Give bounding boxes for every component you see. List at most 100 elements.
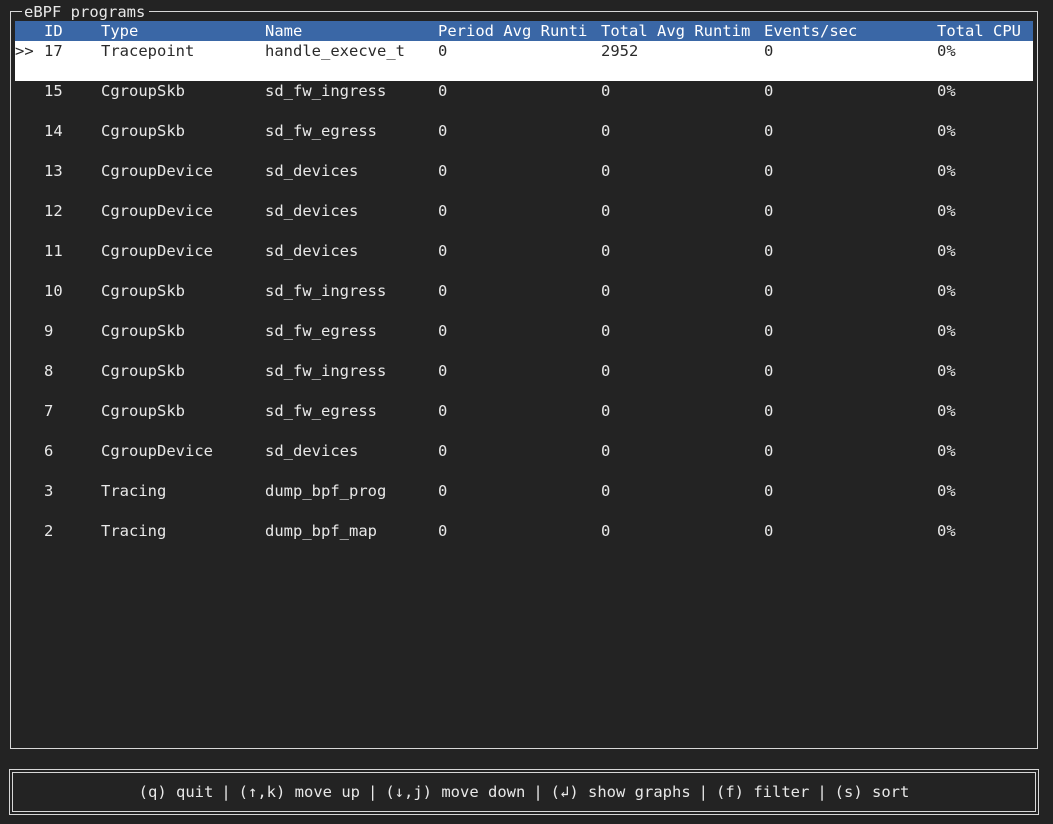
- table-row[interactable]: 7 CgroupSkb sd_fw_egress 0 0 0 0%: [15, 401, 1033, 441]
- cell-total-avg-runtime: 0: [601, 442, 611, 460]
- cell-period-avg-runtime: 0: [438, 42, 448, 60]
- table-row[interactable]: 11 CgroupDevice sd_devices 0 0 0 0%: [15, 241, 1033, 281]
- cell-total-cpu: 0%: [937, 162, 956, 180]
- cell-events-per-sec: 0: [764, 202, 774, 220]
- table-row[interactable]: 14 CgroupSkb sd_fw_egress 0 0 0 0%: [15, 121, 1033, 161]
- cell-type: CgroupDevice: [101, 162, 213, 180]
- cell-period-avg-runtime: 0: [438, 162, 448, 180]
- shortcut-separator: |: [533, 783, 543, 801]
- table-body: >> 17 Tracepoint handle_execve_t 0 2952 0 0% 15 C…: [15, 41, 1033, 561]
- cell-period-avg-runtime: 0: [438, 122, 448, 140]
- cell-type: Tracing: [101, 522, 167, 540]
- cell-total-avg-runtime: 0: [601, 282, 611, 300]
- cell-name: sd_fw_egress: [265, 122, 377, 140]
- cell-events-per-sec: 0: [764, 282, 774, 300]
- cell-id: 6: [44, 442, 54, 460]
- cell-total-avg-runtime: 0: [601, 82, 611, 100]
- shortcut-filter[interactable]: (f) filter: [716, 783, 809, 801]
- column-header-type[interactable]: Type: [101, 21, 261, 41]
- shortcut-move-down[interactable]: (↓,j) move down: [385, 783, 525, 801]
- cell-type: CgroupSkb: [101, 282, 185, 300]
- cell-type: Tracepoint: [101, 42, 195, 60]
- cell-id: 3: [44, 482, 54, 500]
- cell-period-avg-runtime: 0: [438, 242, 448, 260]
- cell-type: CgroupSkb: [101, 82, 185, 100]
- shortcut-show-graphs[interactable]: (↲) show graphs: [551, 783, 691, 801]
- cell-type: CgroupSkb: [101, 122, 185, 140]
- cell-total-avg-runtime: 0: [601, 522, 611, 540]
- cell-type: CgroupSkb: [101, 362, 185, 380]
- cell-id: 7: [44, 402, 54, 420]
- cell-events-per-sec: 0: [764, 82, 774, 100]
- cell-name: sd_devices: [265, 442, 359, 460]
- column-header-period-avg-runtime[interactable]: Period Avg Runti: [438, 21, 598, 41]
- cell-period-avg-runtime: 0: [438, 482, 448, 500]
- table-row[interactable]: 12 CgroupDevice sd_devices 0 0 0 0%: [15, 201, 1033, 241]
- cell-total-avg-runtime: 0: [601, 202, 611, 220]
- table-row[interactable]: 13 CgroupDevice sd_devices 0 0 0 0%: [15, 161, 1033, 201]
- column-header-id[interactable]: ID: [44, 21, 100, 41]
- cell-name: sd_fw_ingress: [265, 282, 387, 300]
- cell-period-avg-runtime: 0: [438, 402, 448, 420]
- cell-name: dump_bpf_map: [265, 522, 377, 540]
- table-row[interactable]: 3 Tracing dump_bpf_prog 0 0 0 0%: [15, 481, 1033, 521]
- cell-events-per-sec: 0: [764, 242, 774, 260]
- cell-id: 14: [44, 122, 63, 140]
- cell-name: handle_execve_t: [265, 42, 405, 60]
- cell-period-avg-runtime: 0: [438, 202, 448, 220]
- cell-id: 17: [44, 42, 63, 60]
- table-row[interactable]: 15 CgroupSkb sd_fw_ingress 0 0 0 0%: [15, 81, 1033, 121]
- cell-events-per-sec: 0: [764, 322, 774, 340]
- shortcut-bar: (q) quit | (↑,k) move up | (↓,j) move down | (…: [9, 769, 1039, 815]
- cell-events-per-sec: 0: [764, 162, 774, 180]
- table-row-selected[interactable]: >> 17 Tracepoint handle_execve_t 0 2952 0 0%: [15, 41, 1033, 81]
- cell-period-avg-runtime: 0: [438, 362, 448, 380]
- cell-name: sd_fw_egress: [265, 402, 377, 420]
- cell-total-cpu: 0%: [937, 522, 956, 540]
- cell-total-avg-runtime: 2952: [601, 42, 639, 60]
- table-row[interactable]: 2 Tracing dump_bpf_map 0 0 0 0%: [15, 521, 1033, 561]
- cell-events-per-sec: 0: [764, 122, 774, 140]
- cell-name: dump_bpf_prog: [265, 482, 387, 500]
- cell-type: CgroupDevice: [101, 442, 213, 460]
- shortcut-sort[interactable]: (s) sort: [835, 783, 910, 801]
- cell-id: 10: [44, 282, 63, 300]
- table-row[interactable]: 10 CgroupSkb sd_fw_ingress 0 0 0 0%: [15, 281, 1033, 321]
- cell-id: 8: [44, 362, 54, 380]
- cell-total-cpu: 0%: [937, 122, 956, 140]
- cell-name: sd_devices: [265, 162, 359, 180]
- cell-total-avg-runtime: 0: [601, 322, 611, 340]
- cell-total-cpu: 0%: [937, 402, 956, 420]
- cell-name: sd_fw_ingress: [265, 362, 387, 380]
- cell-events-per-sec: 0: [764, 482, 774, 500]
- table-row[interactable]: 9 CgroupSkb sd_fw_egress 0 0 0 0%: [15, 321, 1033, 361]
- cell-total-avg-runtime: 0: [601, 362, 611, 380]
- cell-events-per-sec: 0: [764, 362, 774, 380]
- cell-total-cpu: 0%: [937, 242, 956, 260]
- cell-name: sd_devices: [265, 242, 359, 260]
- shortcut-separator: |: [221, 783, 231, 801]
- column-header-events-per-sec[interactable]: Events/sec: [764, 21, 934, 41]
- cell-name: sd_fw_egress: [265, 322, 377, 340]
- table-header: ID Type Name Period Avg Runti Total Avg …: [15, 21, 1033, 41]
- cell-total-avg-runtime: 0: [601, 482, 611, 500]
- panel-title: eBPF programs: [22, 3, 150, 21]
- table-row[interactable]: 8 CgroupSkb sd_fw_ingress 0 0 0 0%: [15, 361, 1033, 401]
- cell-type: CgroupDevice: [101, 242, 213, 260]
- cell-type: CgroupDevice: [101, 202, 213, 220]
- table-row[interactable]: 6 CgroupDevice sd_devices 0 0 0 0%: [15, 441, 1033, 481]
- cell-id: 2: [44, 522, 54, 540]
- shortcut-separator: |: [817, 783, 827, 801]
- shortcut-quit[interactable]: (q) quit: [139, 783, 214, 801]
- column-header-name[interactable]: Name: [265, 21, 435, 41]
- column-header-total-avg-runtime[interactable]: Total Avg Runtim: [601, 21, 761, 41]
- column-header-total-cpu[interactable]: Total CPU: [937, 21, 1033, 41]
- cell-total-cpu: 0%: [937, 362, 956, 380]
- shortcut-bar-inner: (q) quit | (↑,k) move up | (↓,j) move down | (…: [12, 772, 1036, 812]
- shortcut-separator: |: [368, 783, 378, 801]
- cell-total-cpu: 0%: [937, 282, 956, 300]
- cell-total-cpu: 0%: [937, 42, 956, 60]
- cell-total-avg-runtime: 0: [601, 242, 611, 260]
- cell-total-cpu: 0%: [937, 82, 956, 100]
- shortcut-move-up[interactable]: (↑,k) move up: [239, 783, 360, 801]
